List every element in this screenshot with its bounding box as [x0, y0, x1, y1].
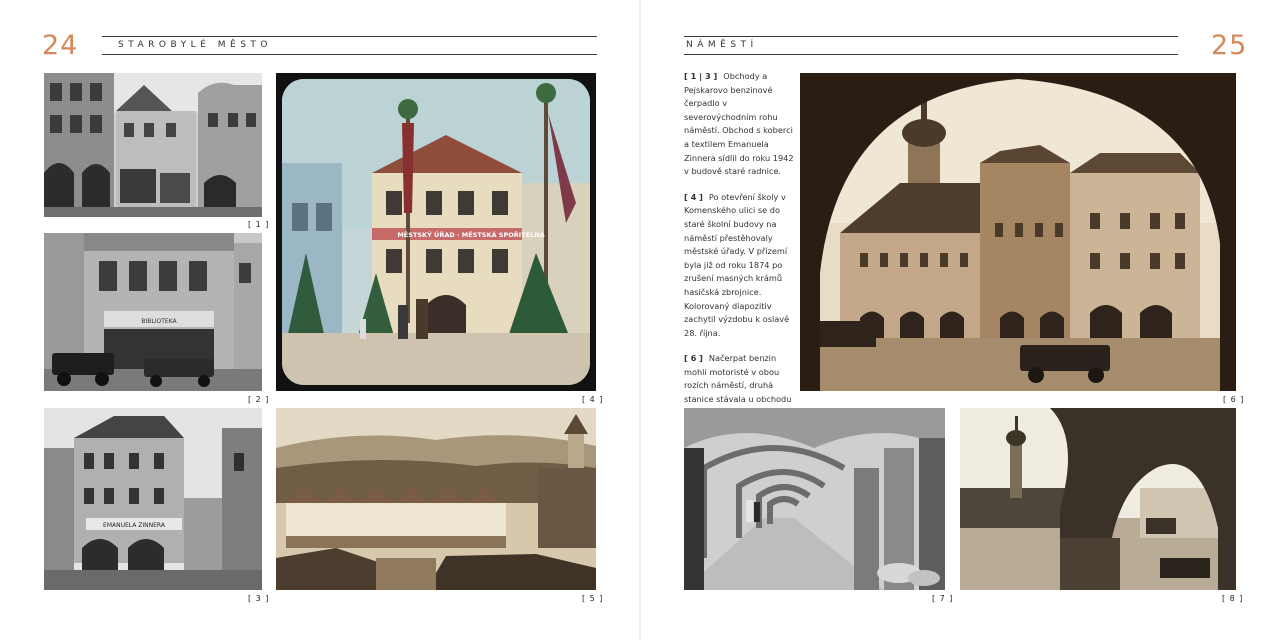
- photo-2-shop-sign: BIBLIOTEKA: [141, 318, 177, 325]
- caption-7: [ 7 ]: [932, 594, 954, 603]
- text-block-3-ref: [ 6 ]: [684, 353, 703, 364]
- photo-4-banner: MĚSTSKÝ ÚŘAD · MĚSTSKÁ SPOŘITELNA: [397, 230, 544, 239]
- caption-3: [ 3 ]: [248, 594, 270, 603]
- text-block-1-ref: [ 1 | 3 ]: [684, 71, 718, 81]
- caption-2: [ 2 ]: [248, 395, 270, 404]
- caption-text-column: [ 1 | 3 ] Obchody a Pejskarovo benzinové …: [684, 70, 794, 432]
- page-number-right: 25: [1211, 30, 1248, 61]
- text-block-1: [ 1 | 3 ] Obchody a Pejskarovo benzinové …: [684, 70, 794, 179]
- photo-2: BIBLIOTEKA: [44, 233, 262, 391]
- header-title-left: STAROBYLÉ MĚSTO: [118, 40, 272, 50]
- running-header-left: STAROBYLÉ MĚSTO: [102, 36, 597, 55]
- caption-1: [ 1 ]: [248, 220, 270, 229]
- photo-6: [800, 73, 1236, 391]
- photo-3: EMANUELA ZINNERA: [44, 408, 262, 590]
- running-header-right: NÁMĚSTÍ: [684, 36, 1178, 55]
- photo-1: [44, 73, 262, 217]
- header-title-right: NÁMĚSTÍ: [686, 40, 758, 50]
- photo-8: [960, 408, 1236, 590]
- caption-4: [ 4 ]: [582, 395, 604, 404]
- photo-3-shop-sign: EMANUELA ZINNERA: [103, 522, 166, 529]
- text-block-2-ref: [ 4 ]: [684, 191, 703, 202]
- caption-5: [ 5 ]: [582, 594, 604, 603]
- text-block-2: [ 4 ] Po otevření školy v Komenského ulic…: [684, 191, 794, 341]
- text-block-1-body: Obchody a Pejskarovo benzinové čerpadlo …: [684, 71, 794, 177]
- photo-5: [276, 408, 596, 590]
- caption-8: [ 8 ]: [1222, 594, 1244, 603]
- text-block-2-body: Po otevření školy v Komenského ulici se …: [684, 191, 790, 338]
- book-spine: [639, 0, 641, 640]
- photo-7: [684, 408, 945, 590]
- photo-4: MĚSTSKÝ ÚŘAD · MĚSTSKÁ SPOŘITELNA: [276, 73, 596, 391]
- caption-6: [ 6 ]: [1223, 395, 1245, 404]
- page-number-left: 24: [42, 30, 79, 61]
